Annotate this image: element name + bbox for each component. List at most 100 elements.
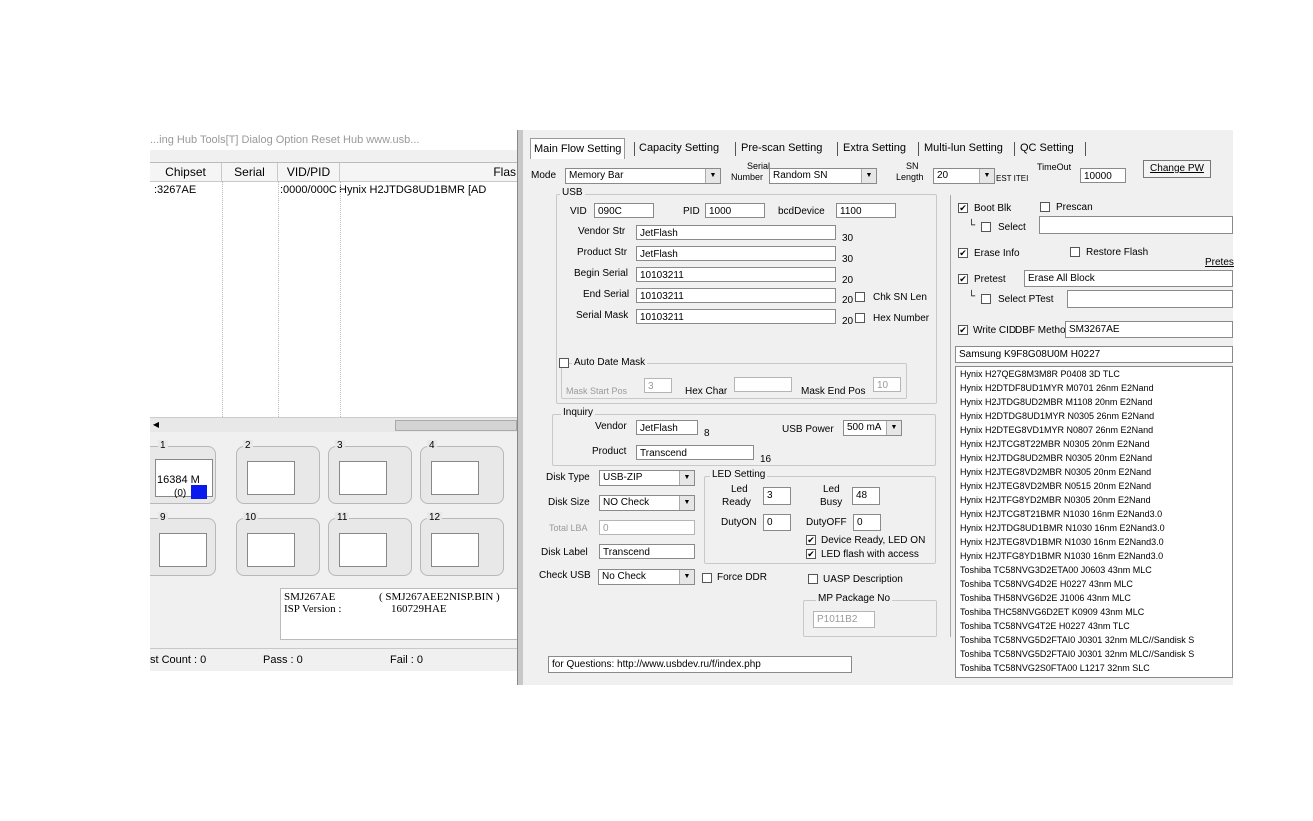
flash-list[interactable]: Hynix H27QEG8M3M8R P0408 3D TLC Hynix H2… bbox=[955, 366, 1233, 678]
list-item[interactable]: Toshiba THC58NVG6D2ET K0909 43nm MLC bbox=[960, 605, 1144, 619]
scroll-thumb[interactable] bbox=[395, 420, 517, 431]
serial-mask-input[interactable]: 10103211 bbox=[636, 309, 836, 324]
tab-capacity[interactable]: Capacity Setting bbox=[636, 138, 722, 158]
led-ready-input[interactable]: 3 bbox=[763, 487, 791, 505]
product-str-input[interactable]: JetFlash bbox=[636, 246, 836, 261]
select-input[interactable] bbox=[1039, 216, 1233, 234]
port-slot-10[interactable]: 10 bbox=[236, 512, 320, 576]
list-item[interactable]: Toshiba TC58NVG4D2E H0227 43nm MLC bbox=[960, 577, 1133, 591]
vendor-str-input[interactable]: JetFlash bbox=[636, 225, 836, 240]
inquiry-vendor-input[interactable]: JetFlash bbox=[636, 420, 698, 435]
col-chipset[interactable]: Chipset bbox=[150, 163, 222, 181]
write-cid-checkbox[interactable]: ✔ bbox=[958, 325, 968, 335]
list-item[interactable]: Hynix H2DTDG8UD1MYR N0305 26nm E2Nand bbox=[960, 409, 1154, 423]
list-item[interactable]: Toshiba TC58NVG3D2ETA00 J0603 43nm MLC bbox=[960, 563, 1152, 577]
port-slot-1[interactable]: 1 16384 M (0) bbox=[150, 440, 216, 504]
flash-access-checkbox[interactable]: ✔ bbox=[806, 549, 816, 559]
boot-blk-checkbox[interactable]: ✔ bbox=[958, 203, 968, 213]
check-usb-select[interactable]: No Check ▼ bbox=[598, 569, 695, 585]
tab-qc[interactable]: QC Setting bbox=[1017, 138, 1077, 158]
pretest-input[interactable]: Erase All Block bbox=[1024, 270, 1233, 287]
mask-start-input[interactable]: 3 bbox=[644, 378, 672, 393]
list-item[interactable]: Hynix H2JTCG8T21BMR N1030 16nm E2Nand3.0 bbox=[960, 507, 1162, 521]
serial-number-select[interactable]: Random SN ▼ bbox=[769, 168, 877, 184]
device-table: Chipset Serial VID/PID Flas :3267AE :000… bbox=[150, 162, 520, 421]
list-item[interactable]: Hynix H2JTFG8YD2MBR N0305 20nm E2Nand bbox=[960, 493, 1151, 507]
total-lba-input[interactable]: 0 bbox=[599, 520, 695, 535]
mp-package-input[interactable]: P1011B2 bbox=[813, 611, 875, 628]
questions-field[interactable]: for Questions: http://www.usbdev.ru/f/in… bbox=[548, 656, 852, 673]
pid-input[interactable]: 1000 bbox=[705, 203, 765, 218]
hex-char-input[interactable] bbox=[734, 377, 792, 392]
tab-main-flow[interactable]: Main Flow Setting bbox=[530, 138, 626, 159]
list-item[interactable]: Toshiba TH58NVG6D2E J1006 43nm MLC bbox=[960, 591, 1131, 605]
port-slot-4[interactable]: 4 bbox=[420, 440, 504, 504]
bcd-input[interactable]: 1100 bbox=[836, 203, 896, 218]
dbf-method-input[interactable]: SM3267AE bbox=[1065, 321, 1233, 338]
device-ready-checkbox[interactable]: ✔ bbox=[806, 535, 816, 545]
port-number: 2 bbox=[243, 440, 253, 451]
change-pw-button[interactable]: Change PW bbox=[1143, 160, 1211, 178]
mask-end-input[interactable]: 10 bbox=[873, 377, 901, 392]
port-slot-11[interactable]: 11 bbox=[328, 512, 412, 576]
sn-length-select[interactable]: 20 ▼ bbox=[933, 168, 995, 184]
table-row[interactable]: :3267AE :0000/000C Hynix H2JTDG8UD1BMR [… bbox=[150, 182, 520, 198]
col-serial[interactable]: Serial bbox=[222, 163, 278, 181]
disk-type-select[interactable]: USB-ZIP ▼ bbox=[599, 470, 695, 486]
col-flash[interactable]: Flas bbox=[340, 163, 520, 181]
list-item[interactable]: Toshiba TC58NVG5D2FTAI0 J0301 32nm MLC//… bbox=[960, 633, 1194, 647]
list-item[interactable]: Toshiba TC58NVG5D2FTAI0 J0301 32nm MLC//… bbox=[960, 647, 1194, 661]
select-checkbox[interactable] bbox=[981, 222, 991, 232]
list-item[interactable]: Hynix H27QEG8M3M8R P0408 3D TLC bbox=[960, 367, 1120, 381]
select-ptest-checkbox[interactable] bbox=[981, 294, 991, 304]
port-slot-3[interactable]: 3 bbox=[328, 440, 412, 504]
pretest-button[interactable]: Pretes bbox=[1205, 257, 1234, 268]
list-item[interactable]: Toshiba TC58NVG2S0FTA00 L1217 32nm SLC bbox=[960, 661, 1150, 675]
select-ptest-input[interactable] bbox=[1067, 290, 1233, 308]
usb-power-select[interactable]: 500 mA ▼ bbox=[843, 420, 902, 436]
port-box bbox=[247, 461, 295, 495]
list-item[interactable]: Hynix H2DTDF8UD1MYR M0701 26nm E2Nand bbox=[960, 381, 1154, 395]
chk-sn-len-checkbox[interactable] bbox=[855, 292, 865, 302]
auto-date-mask-checkbox[interactable] bbox=[559, 358, 569, 368]
tab-extra[interactable]: Extra Setting bbox=[840, 138, 909, 158]
list-item[interactable]: Hynix H2JTEG8VD2MBR N0515 20nm E2Nand bbox=[960, 479, 1151, 493]
hex-number-checkbox[interactable] bbox=[855, 313, 865, 323]
disk-label-input[interactable]: Transcend bbox=[599, 544, 695, 559]
horizontal-scrollbar[interactable]: ◀ bbox=[150, 417, 520, 432]
list-item[interactable]: Hynix H2JTDG8UD2MBR M1108 20nm E2Nand bbox=[960, 395, 1152, 409]
duty-on-input[interactable]: 0 bbox=[763, 514, 791, 531]
end-serial-input[interactable]: 10103211 bbox=[636, 288, 836, 303]
list-item[interactable]: Hynix H2JTEG8VD2MBR N0305 20nm E2Nand bbox=[960, 465, 1151, 479]
prescan-checkbox[interactable] bbox=[1040, 202, 1050, 212]
menu-text[interactable]: ...ing Hub Tools[T] Dialog Option Reset … bbox=[150, 134, 419, 146]
restore-flash-checkbox[interactable] bbox=[1070, 247, 1080, 257]
led-busy-input[interactable]: 48 bbox=[852, 487, 880, 505]
list-item[interactable]: Hynix H2JTFG8YD1BMR N1030 16nm E2Nand3.0 bbox=[960, 549, 1163, 563]
col-vidpid[interactable]: VID/PID bbox=[278, 163, 340, 181]
list-item[interactable]: Hynix H2JTEG8VD1BMR N1030 16nm E2Nand3.0 bbox=[960, 535, 1164, 549]
tab-prescan[interactable]: Pre-scan Setting bbox=[738, 138, 825, 158]
port-slot-9[interactable]: 9 bbox=[150, 512, 216, 576]
flash-selected-field[interactable]: Samsung K9F8G08U0M H0227 bbox=[955, 346, 1233, 363]
uasp-checkbox[interactable] bbox=[808, 574, 818, 584]
inquiry-product-input[interactable]: Transcend bbox=[636, 445, 754, 460]
list-item[interactable]: Toshiba TC58NVG4T2E H0227 43nm TLC bbox=[960, 619, 1130, 633]
disk-size-select[interactable]: NO Check ▼ bbox=[599, 495, 695, 511]
scroll-left-icon[interactable]: ◀ bbox=[150, 418, 162, 432]
timeout-input[interactable]: 10000 bbox=[1080, 168, 1126, 183]
tab-multilun[interactable]: Multi-lun Setting bbox=[921, 138, 1006, 158]
force-ddr-checkbox[interactable] bbox=[702, 573, 712, 583]
begin-serial-input[interactable]: 10103211 bbox=[636, 267, 836, 282]
list-item[interactable]: Hynix H2JTCG8T22MBR N0305 20nm E2Nand bbox=[960, 437, 1150, 451]
pretest-checkbox[interactable]: ✔ bbox=[958, 274, 968, 284]
duty-off-input[interactable]: 0 bbox=[853, 514, 881, 531]
port-slot-12[interactable]: 12 bbox=[420, 512, 504, 576]
vid-input[interactable]: 090C bbox=[594, 203, 654, 218]
mode-select[interactable]: Memory Bar ▼ bbox=[565, 168, 721, 184]
erase-info-checkbox[interactable]: ✔ bbox=[958, 248, 968, 258]
list-item[interactable]: Hynix H2JTDG8UD1BMR N1030 16nm E2Nand3.0 bbox=[960, 521, 1165, 535]
list-item[interactable]: Hynix H2JTDG8UD2MBR N0305 20nm E2Nand bbox=[960, 451, 1152, 465]
list-item[interactable]: Hynix H2DTEG8VD1MYR N0807 26nm E2Nand bbox=[960, 423, 1153, 437]
port-slot-2[interactable]: 2 bbox=[236, 440, 320, 504]
